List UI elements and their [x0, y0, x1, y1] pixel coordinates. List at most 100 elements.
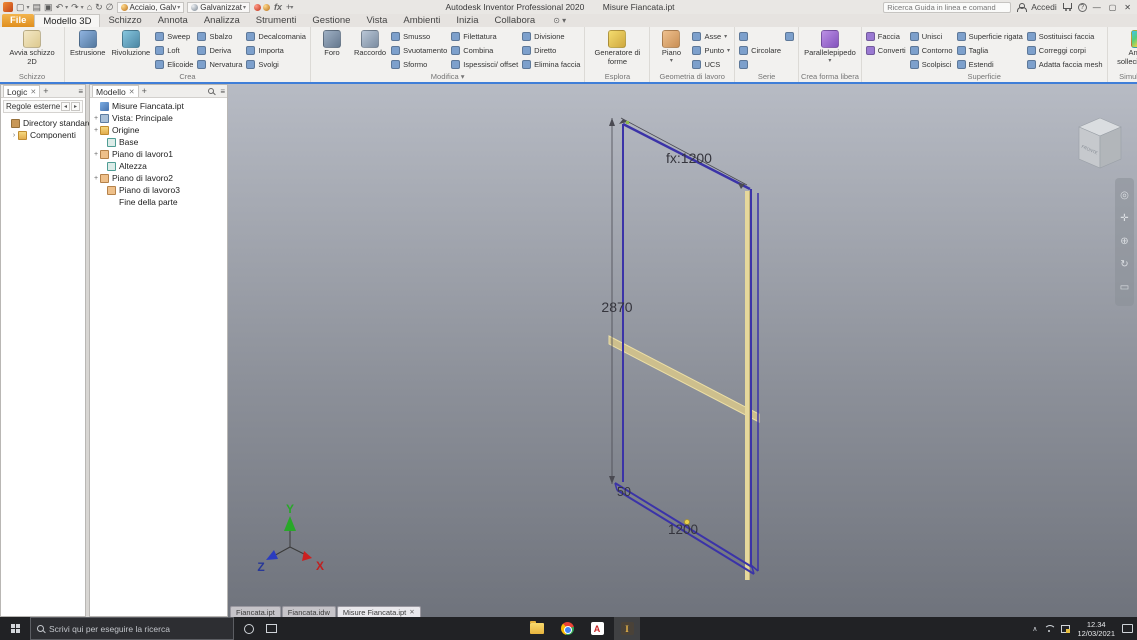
taskbar-app-inventor[interactable]: I [614, 617, 640, 640]
tree-item-directory-standard[interactable]: Directory standard [1, 117, 85, 129]
tree-item-origine[interactable]: +Origine [90, 124, 227, 136]
chevron-down-icon[interactable]: ▾ [81, 4, 84, 11]
material-none-icon[interactable]: ∅ [106, 3, 114, 12]
doc-tab-fiancata-idw[interactable]: Fiancata.idw [282, 606, 336, 617]
orbit-icon[interactable]: ↻ [1120, 260, 1128, 270]
tab-schizzo[interactable]: Schizzo [100, 14, 149, 27]
redo-icon[interactable]: ↷ [71, 3, 79, 12]
view-cube[interactable]: FRONTE [1079, 118, 1121, 168]
raccordo-button[interactable]: Raccordo [352, 29, 388, 59]
decalcomania-button[interactable]: Decalcomania [245, 30, 307, 43]
tree-item-base[interactable]: Base [90, 136, 227, 148]
diretto-button[interactable]: Diretto [521, 44, 581, 57]
dim-left-label[interactable]: 2870 [601, 299, 632, 315]
cortana-button[interactable] [244, 624, 254, 634]
sformo-button[interactable]: Sformo [390, 58, 448, 71]
sbalzo-button[interactable]: Sbalzo [196, 30, 243, 43]
faccia-button[interactable]: Faccia [865, 30, 907, 43]
open-icon[interactable]: ▤ [33, 3, 42, 12]
expander-icon[interactable]: + [92, 115, 100, 122]
tray-app-icon[interactable] [1061, 625, 1070, 633]
contorno-button[interactable]: Contorno [909, 44, 954, 57]
piano-button[interactable]: Piano▾ [653, 29, 689, 66]
tree-item-altezza[interactable]: Altezza [90, 160, 227, 172]
appearance-dropdown[interactable]: Galvanizzat ▾ [187, 2, 250, 13]
taskbar-search-input[interactable]: Scrivi qui per eseguire la ricerca [30, 617, 234, 640]
add-panel-button[interactable]: + [43, 86, 48, 96]
viewport-3d[interactable]: fx:1200 2870 50 1200 Y Z X FRONTE ◎✛⊕↻▭ … [228, 84, 1137, 617]
wifi-icon[interactable] [1044, 625, 1054, 633]
divisione-button[interactable]: Divisione [521, 30, 581, 43]
unisci-button[interactable]: Unisci [909, 30, 954, 43]
tab-file[interactable]: File [2, 14, 34, 27]
rectangular-pattern-button[interactable] [738, 30, 782, 43]
tab-inizia[interactable]: Inizia [448, 14, 486, 27]
expander-icon[interactable]: + [92, 175, 100, 182]
importa-button[interactable]: Importa [245, 44, 307, 57]
tab-collabora[interactable]: Collabora [487, 14, 544, 27]
adjust-color-icon[interactable] [254, 4, 261, 11]
update-icon[interactable]: ↻ [95, 3, 103, 12]
model-panel-tab[interactable]: Modello ✕ [92, 85, 139, 97]
tree-item-piano-di-lavoro3[interactable]: Piano di lavoro3 [90, 184, 227, 196]
svolgi-button[interactable]: Svolgi [245, 58, 307, 71]
dim-corner-label[interactable]: 50 [617, 485, 631, 499]
expander-icon[interactable]: + [92, 151, 100, 158]
parallelepipedo-button[interactable]: Parallelepipedo▾ [802, 29, 858, 66]
tree-item-piano-di-lavoro1[interactable]: +Piano di lavoro1 [90, 148, 227, 160]
dim-bottom-label[interactable]: 1200 [668, 522, 698, 537]
tree-item-fine-della-parte[interactable]: Fine della parte [90, 196, 227, 208]
search-icon[interactable] [208, 88, 214, 94]
loft-button[interactable]: Loft [154, 44, 194, 57]
generatore-di-forme-button[interactable]: Generatore di forme [588, 29, 646, 67]
inventor-logo[interactable] [3, 2, 13, 12]
close-icon[interactable]: ✕ [30, 88, 36, 96]
rivoluzione-button[interactable]: Rivoluzione [109, 29, 152, 59]
taskbar-clock[interactable]: 12.34 12/03/2021 [1077, 620, 1115, 638]
parameters-fx-button[interactable]: fx [274, 2, 282, 12]
dim-top-label[interactable]: fx:1200 [666, 150, 712, 166]
sweep-button[interactable]: Sweep [154, 30, 194, 43]
close-icon[interactable]: ✕ [409, 608, 414, 616]
sostituisci-faccia-button[interactable]: Sostituisci faccia [1026, 30, 1104, 43]
filettatura-button[interactable]: Filettatura [450, 30, 519, 43]
nav-left-button[interactable]: ◂ [61, 102, 70, 111]
doc-tab-fiancata-ipt[interactable]: Fiancata.ipt [230, 606, 281, 617]
deriva-button[interactable]: Deriva [196, 44, 243, 57]
undo-icon[interactable]: ↶ [56, 3, 64, 12]
punto-button[interactable]: Punto▾ [691, 44, 731, 57]
nav-right-button[interactable]: ▸ [71, 102, 80, 111]
close-icon[interactable]: ✕ [129, 88, 135, 96]
correggi-corpi-button[interactable]: Correggi corpi [1026, 44, 1104, 57]
help-icon[interactable]: ? [1078, 3, 1087, 12]
expander-icon[interactable]: + [92, 127, 100, 134]
qat-more-button[interactable]: ▾ [290, 4, 293, 11]
superficie-rigata-button[interactable]: Superficie rigata [956, 30, 1024, 43]
minimize-button[interactable]: — [1093, 3, 1102, 12]
avvia-schizzo-2d-button[interactable]: Avvia schizzo 2D [3, 29, 61, 67]
expander-icon[interactable]: › [10, 132, 18, 139]
doc-tab-misure-fiancata-ipt[interactable]: Misure Fiancata.ipt✕ [337, 606, 421, 617]
tab-strumenti[interactable]: Strumenti [248, 14, 305, 27]
material-dropdown[interactable]: Acciaio, Galv ▾ [117, 2, 185, 13]
elicoide-button[interactable]: Elicoide [154, 58, 194, 71]
start-button[interactable] [0, 617, 30, 640]
scolpisci-button[interactable]: Scolpisci [909, 58, 954, 71]
converti-button[interactable]: Converti [865, 44, 907, 57]
navigation-wheel-icon[interactable]: ◎ [1120, 191, 1129, 201]
smusso-button[interactable]: Smusso [390, 30, 448, 43]
nervatura-button[interactable]: Nervatura [196, 58, 243, 71]
chevron-down-icon[interactable]: ▾ [65, 4, 68, 11]
hamburger-menu-icon[interactable]: ≡ [78, 87, 83, 96]
tab-modello-3d[interactable]: Modello 3D [34, 14, 100, 27]
zoom-icon[interactable]: ⊕ [1120, 237, 1128, 247]
combina-button[interactable]: Combina [450, 44, 519, 57]
task-view-button[interactable] [266, 624, 277, 633]
chevron-down-icon[interactable]: ▾ [27, 4, 30, 11]
sketch-pattern-button[interactable] [738, 58, 782, 71]
analisi-sollecitazione-button[interactable]: Analisi sollecitazione [1111, 29, 1137, 67]
ribbon-overflow-button[interactable]: ⊙ ▾ [553, 16, 566, 27]
tree-item-componenti[interactable]: ›Componenti [1, 129, 85, 141]
home-icon[interactable]: ⌂ [87, 3, 92, 12]
tab-ambienti[interactable]: Ambienti [395, 14, 448, 27]
